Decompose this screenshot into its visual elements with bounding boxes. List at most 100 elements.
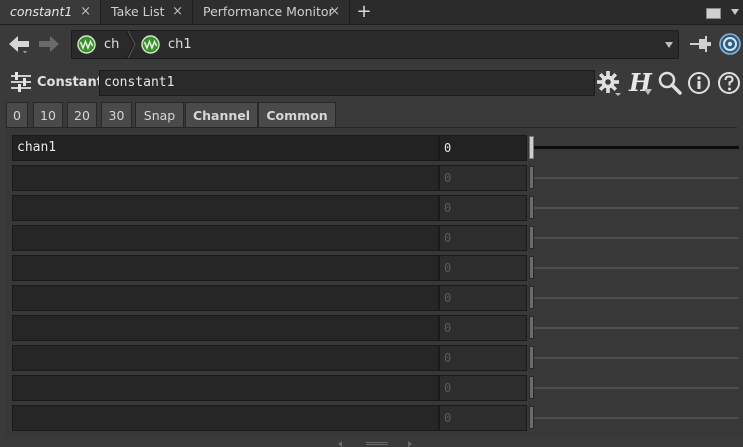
slider-handle	[529, 316, 534, 339]
channel-value-field: 0	[439, 255, 527, 281]
tab-label: Performance Monitor	[203, 4, 334, 19]
channel-name-field[interactable]: chan1	[12, 135, 439, 161]
tab-0[interactable]: 0	[6, 102, 28, 128]
tab-30[interactable]: 30	[101, 102, 132, 128]
pane-menu-chevron-down-icon[interactable]	[731, 9, 739, 15]
channel-row: 0	[6, 405, 743, 432]
channel-value-slider	[529, 285, 743, 311]
channel-value-slider	[529, 165, 743, 191]
channel-row: chan1 0	[6, 135, 743, 162]
arrow-left-icon[interactable]	[8, 35, 30, 53]
link-icon[interactable]	[718, 31, 742, 57]
channel-row: 0	[6, 375, 743, 402]
channel-name-field[interactable]	[12, 165, 439, 191]
channel-value-field: 0	[439, 345, 527, 371]
channel-value-slider[interactable]	[529, 135, 743, 161]
slider-handle	[529, 256, 534, 279]
tab-close-icon[interactable]: ×	[172, 0, 183, 24]
help-icon[interactable]	[716, 70, 742, 96]
parameter-header: Constant constant1 H	[0, 66, 743, 99]
slider-handle[interactable]	[529, 136, 534, 159]
parameters-icon[interactable]	[10, 71, 32, 93]
channel-name-field[interactable]	[12, 285, 439, 311]
channel-row: 0	[6, 195, 743, 222]
add-tab-button[interactable]: +	[353, 0, 375, 24]
slider-track	[533, 297, 739, 299]
tab-channel[interactable]: Channel	[185, 102, 258, 128]
channel-value-slider	[529, 315, 743, 341]
channel-value-slider	[529, 195, 743, 221]
path-bar: ch ch1	[0, 25, 743, 65]
channel-row: 0	[6, 345, 743, 372]
slider-handle	[529, 346, 534, 369]
arrow-right-icon[interactable]	[38, 35, 60, 53]
tab-10[interactable]: 10	[33, 102, 63, 128]
channel-value-field: 0	[439, 405, 527, 431]
breadcrumb-separator-icon	[126, 31, 136, 58]
channel-name-field[interactable]	[12, 315, 439, 341]
channel-list: chan1 0 0 0 0 0 0 0 0 0 0	[6, 128, 743, 438]
search-icon[interactable]	[657, 70, 683, 96]
channel-name-field[interactable]	[12, 195, 439, 221]
slider-track	[533, 177, 739, 179]
slider-track	[533, 327, 739, 329]
pane-window-icon[interactable]	[706, 8, 721, 19]
tab-20[interactable]: 20	[67, 102, 97, 128]
pin-icon[interactable]	[690, 34, 712, 54]
channel-value-slider	[529, 375, 743, 401]
slider-handle	[529, 406, 534, 429]
slider-track	[533, 146, 739, 149]
slider-track	[533, 387, 739, 389]
channel-value-field: 0	[439, 195, 527, 221]
tab-performance-monitor[interactable]: Performance Monitor ×	[193, 0, 350, 24]
chop-network-icon	[141, 35, 160, 54]
channel-value-slider	[529, 405, 743, 431]
slider-handle	[529, 166, 534, 189]
channel-name-field[interactable]	[12, 345, 439, 371]
gear-icon[interactable]	[596, 70, 622, 96]
channel-value-field: 0	[439, 285, 527, 311]
tab-take-list[interactable]: Take List ×	[101, 0, 193, 24]
help-menu-chevron-down-icon	[644, 89, 652, 95]
slider-handle	[529, 196, 534, 219]
tab-label: Take List	[111, 4, 165, 19]
channel-name-field[interactable]	[12, 225, 439, 251]
channel-value-field: 0	[439, 315, 527, 341]
pane-resize-grip-icon[interactable]	[338, 440, 412, 447]
channel-name-field[interactable]	[12, 375, 439, 401]
houdini-help-icon[interactable]: H	[626, 68, 654, 97]
slider-track	[533, 207, 739, 209]
breadcrumb-label: ch	[104, 37, 120, 52]
operator-name-field[interactable]: constant1	[99, 70, 595, 96]
chop-network-icon	[77, 35, 96, 54]
channel-value-slider	[529, 345, 743, 371]
tab-close-icon[interactable]: ×	[80, 0, 91, 24]
slider-handle	[529, 286, 534, 309]
tab-snap[interactable]: Snap	[135, 102, 184, 128]
slider-track	[533, 267, 739, 269]
slider-track	[533, 237, 739, 239]
channel-row: 0	[6, 285, 743, 312]
channel-value-slider	[529, 255, 743, 281]
slider-handle	[529, 376, 534, 399]
channel-name-field[interactable]	[12, 255, 439, 281]
operator-type-label: Constant	[37, 75, 103, 90]
channel-row: 0	[6, 165, 743, 192]
path-dropdown-chevron-down-icon[interactable]	[665, 42, 673, 48]
channel-name-field[interactable]	[12, 405, 439, 431]
info-icon[interactable]	[686, 70, 712, 96]
channel-row: 0	[6, 315, 743, 342]
channel-row: 0	[6, 225, 743, 252]
breadcrumb-label: ch1	[168, 37, 192, 52]
tab-common[interactable]: Common	[258, 102, 336, 128]
channel-value-field[interactable]: 0	[439, 135, 527, 161]
pane-tab-bar: constant1 × Take List × Performance Moni…	[0, 0, 743, 25]
slider-handle	[529, 226, 534, 249]
channel-value-field: 0	[439, 225, 527, 251]
network-path-field[interactable]: ch ch1	[71, 30, 679, 59]
channel-row: 0	[6, 255, 743, 282]
channel-value-field: 0	[439, 375, 527, 401]
channel-value-field: 0	[439, 165, 527, 191]
tab-constant1[interactable]: constant1 ×	[0, 0, 101, 24]
tab-close-icon[interactable]: ×	[329, 0, 340, 24]
